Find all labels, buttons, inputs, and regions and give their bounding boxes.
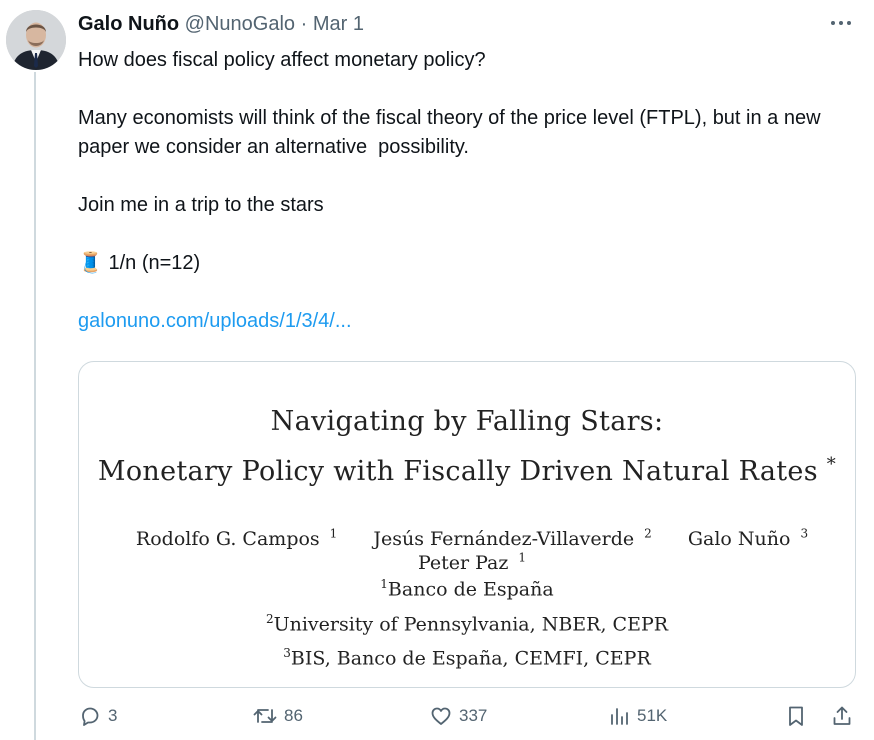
- author-entry: Rodolfo G. Campos 1: [135, 527, 338, 551]
- paper-title-text: Monetary Policy with Fiscally Driven Nat…: [97, 456, 818, 487]
- tweet-line: Many economists will think of the fiscal…: [78, 107, 827, 158]
- paper-title-line2: Monetary Policy with Fiscally Driven Nat…: [79, 454, 855, 487]
- separator: ·: [300, 13, 308, 35]
- more-options-button[interactable]: [826, 8, 856, 38]
- link-preview-card[interactable]: Navigating by Falling Stars: Monetary Po…: [78, 361, 856, 688]
- view-count: 51K: [637, 706, 668, 725]
- reply-button[interactable]: 3: [78, 704, 117, 728]
- tweet-date[interactable]: Mar 1: [313, 13, 364, 35]
- affiliation: 1Banco de España: [380, 577, 554, 601]
- like-count: 337: [459, 706, 488, 725]
- author-entry: Peter Paz 1: [417, 550, 527, 574]
- more-icon: [831, 21, 851, 25]
- title-footnote-mark: *: [826, 454, 837, 475]
- tweet-text: How does fiscal policy affect monetary p…: [78, 46, 858, 336]
- author-name[interactable]: Galo Nuño: [78, 13, 179, 35]
- paper-link[interactable]: galonuno.com/uploads/1/3/4/...: [78, 310, 352, 332]
- thread-emoji: 🧵: [78, 252, 103, 274]
- bookmark-button[interactable]: [784, 704, 814, 728]
- thread-count-line: 🧵 1/n (n=12): [78, 249, 858, 278]
- views-button[interactable]: 51K: [607, 704, 667, 728]
- reply-count: 3: [108, 706, 118, 725]
- affiliation: 2University of Pennsylvania, NBER, CEPR: [265, 612, 669, 636]
- affiliation: 3BIS, Banco de España, CEMFI, CEPR: [283, 646, 651, 670]
- tweet-header: Galo Nuño @NunoGalo · Mar 1: [78, 11, 364, 37]
- tweet-line: How does fiscal policy affect monetary p…: [78, 49, 486, 71]
- thread-count: 1/n (n=12): [108, 252, 201, 274]
- reply-icon: [82, 707, 99, 726]
- retweet-button[interactable]: 86: [252, 704, 303, 728]
- author-handle[interactable]: @NunoGalo: [185, 13, 295, 35]
- share-icon: [833, 706, 851, 725]
- share-button[interactable]: [830, 704, 860, 728]
- bookmark-icon: [789, 706, 803, 726]
- avatar-image: [6, 10, 66, 70]
- author-entry: Jesús Fernández-Villaverde 2: [373, 527, 652, 551]
- avatar[interactable]: [6, 10, 66, 70]
- retweet-icon: [253, 709, 277, 723]
- retweet-count: 86: [284, 706, 303, 725]
- tweet-line: Join me in a trip to the stars: [78, 194, 324, 216]
- like-button[interactable]: 337: [429, 704, 487, 728]
- views-icon: [611, 708, 628, 725]
- tweet-actions: 3 86 337 51K: [78, 704, 858, 734]
- paper-authors: Rodolfo G. Campos 1 Jesús Fernández-Villa…: [79, 527, 855, 574]
- author-entry: Galo Nuño 3: [687, 527, 809, 551]
- thread-line: [34, 72, 36, 740]
- paper-title-line1: Navigating by Falling Stars:: [270, 406, 664, 437]
- like-icon: [431, 707, 451, 725]
